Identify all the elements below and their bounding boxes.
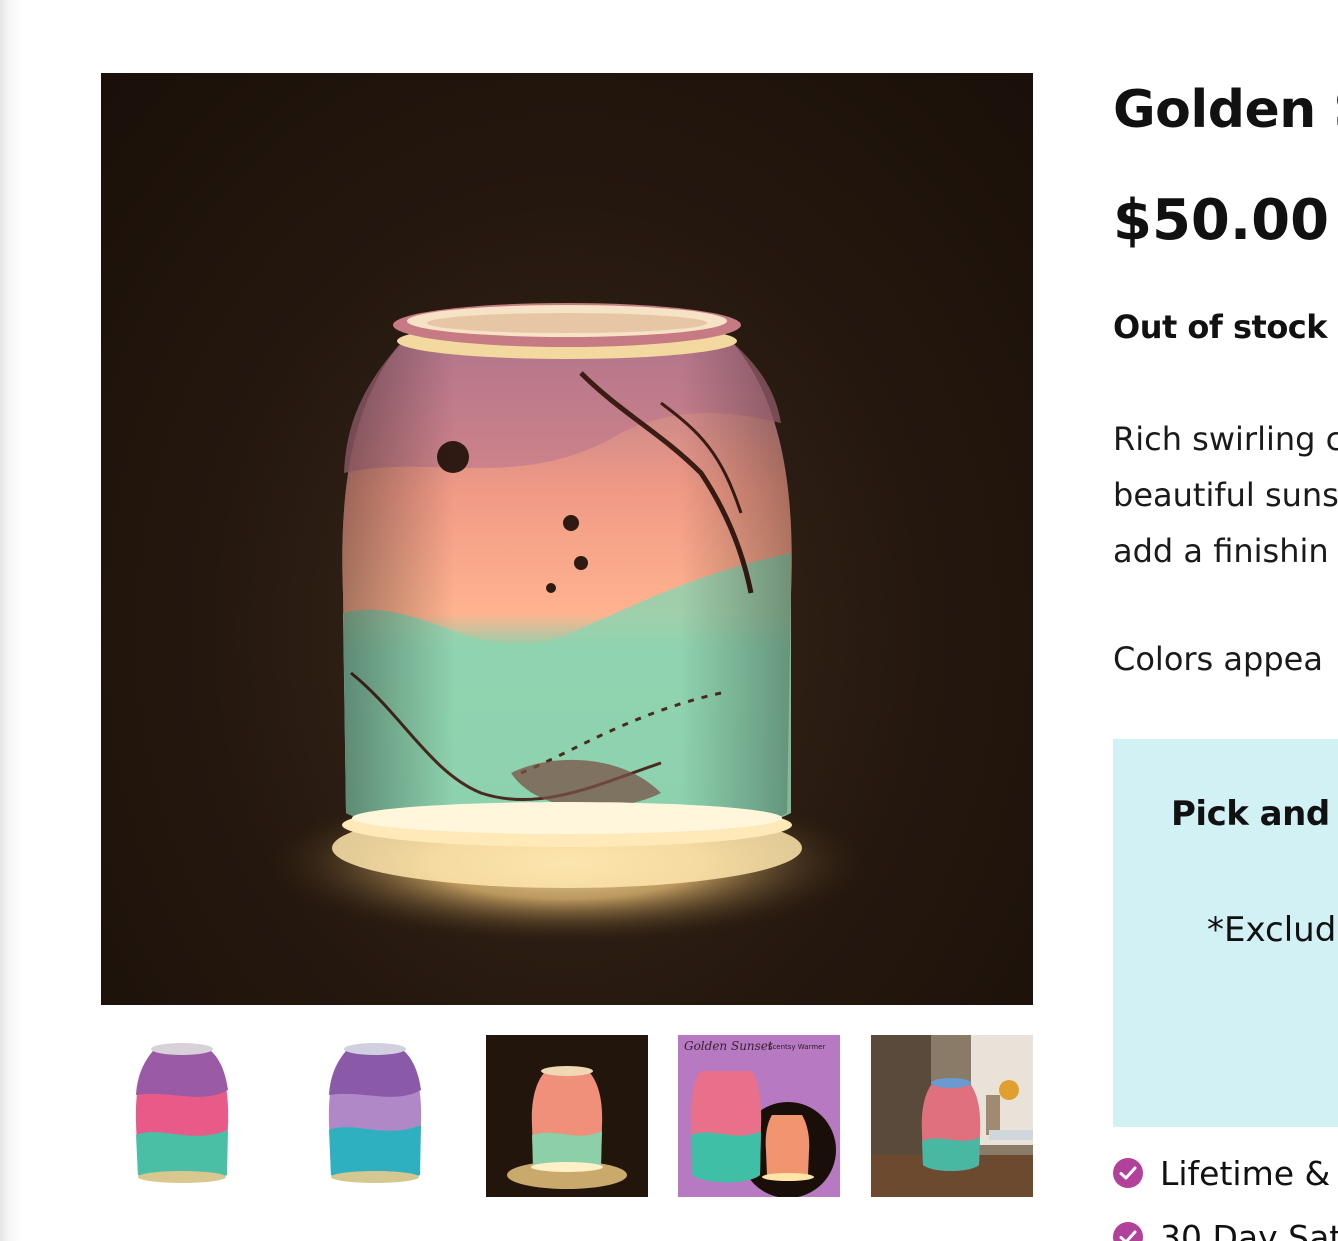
warmer-illustration [267,303,867,943]
check-circle-icon [1113,1158,1143,1188]
product-title: Golden S [1113,80,1338,140]
feature-label: 30 Day Sat [1160,1218,1338,1241]
thumb-warmer-image [486,1035,648,1197]
thumb-golden-sunset-promo[interactable]: Golden Sunset Scentsy Warmer [678,1035,840,1197]
thumb-sunset-shelf[interactable] [871,1035,1033,1197]
thumb-shelf-image [871,1035,1033,1197]
product-page: Golden Sunset Scentsy Warmer Golden S $5… [0,0,1338,1241]
promo-script-text: Golden Sunset [684,1039,773,1053]
promo-caption-text: Scentsy Warmer [768,1043,826,1051]
description-line: beautiful suns [1113,476,1338,514]
thumb-warmer-image [294,1035,456,1197]
promo-note: *Exclud [1207,910,1337,950]
check-circle-icon [1113,1222,1143,1241]
thumb-sunset-lit-pink[interactable] [101,1035,263,1197]
thumb-promo-image [678,1035,840,1197]
promo-title: Pick and c [1171,794,1338,834]
stock-status: Out of stock [1113,308,1328,346]
colors-note: Colors appea [1113,640,1323,678]
main-product-image[interactable] [101,73,1033,1005]
description-line: add a finishin [1113,532,1329,570]
feature-label: Lifetime & I [1160,1154,1338,1193]
thumb-sunset-dark[interactable] [486,1035,648,1197]
thumb-sunset-blue[interactable] [294,1035,456,1197]
product-price: $50.00 [1113,188,1330,253]
description-line: Rich swirling c [1113,420,1338,458]
thumb-warmer-image [101,1035,263,1197]
page-edge-shadow [0,0,22,1241]
